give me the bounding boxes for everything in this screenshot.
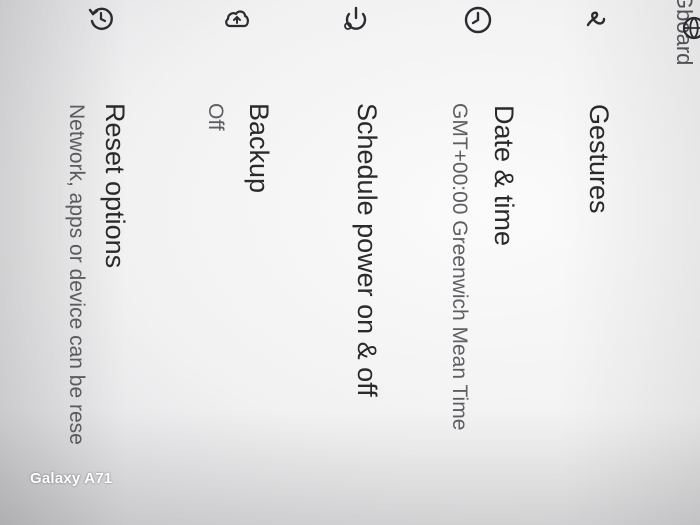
cloud-backup-icon bbox=[225, 10, 249, 28]
camera-watermark: Galaxy A71 bbox=[30, 470, 113, 487]
clock-icon bbox=[464, 6, 492, 34]
date-time-subtitle: GMT+00:00 Greenwich Mean Time bbox=[448, 103, 471, 431]
backup-title[interactable]: Backup bbox=[244, 103, 274, 193]
gesture-icon bbox=[586, 11, 606, 27]
globe-icon bbox=[682, 16, 700, 40]
backup-subtitle: Off bbox=[204, 103, 227, 131]
reset-options-subtitle: Network, apps or device can be rese bbox=[65, 104, 88, 445]
reset-options-title[interactable]: Reset options bbox=[100, 103, 130, 268]
reset-icon bbox=[88, 7, 113, 30]
gestures-title[interactable]: Gestures bbox=[584, 104, 614, 214]
schedule-power-title[interactable]: Schedule power on & off bbox=[352, 103, 382, 397]
date-time-title[interactable]: Date & time bbox=[489, 105, 519, 246]
power-schedule-icon bbox=[344, 6, 367, 30]
screen-photo: Gboard Gestures Date & time GMT+00:00 Gr… bbox=[0, 0, 700, 525]
